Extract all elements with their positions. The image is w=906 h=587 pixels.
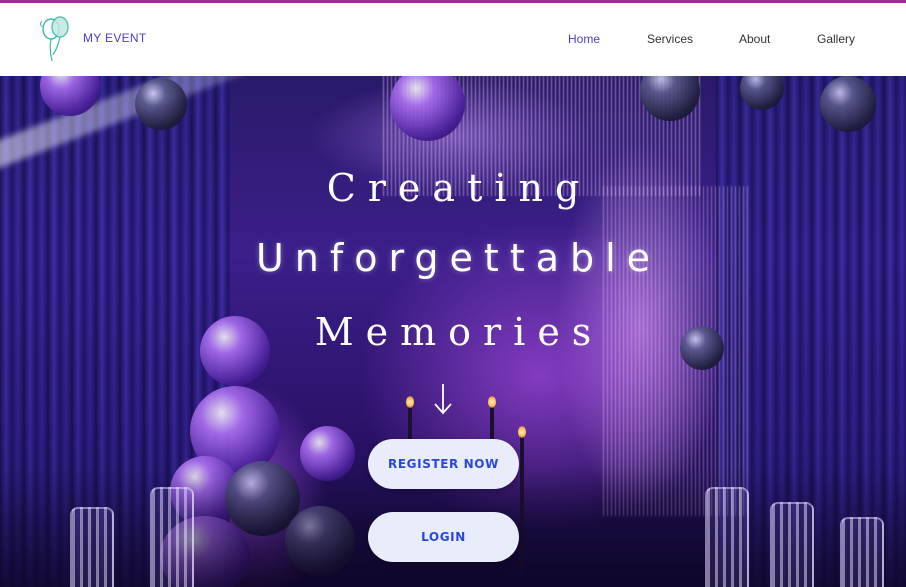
nav-home[interactable]: Home	[568, 32, 600, 46]
register-now-button[interactable]: REGISTER NOW	[368, 439, 519, 489]
chair	[705, 487, 749, 587]
candle-flame	[488, 396, 496, 408]
nav-about[interactable]: About	[739, 32, 770, 46]
candle-flame	[518, 426, 526, 438]
arrow-down-icon[interactable]	[432, 382, 454, 416]
headline-line-1: Creating	[326, 166, 592, 210]
login-button[interactable]: LOGIN	[368, 512, 519, 562]
nav-gallery[interactable]: Gallery	[817, 32, 855, 46]
headline-line-2: Unforgettable	[255, 236, 662, 280]
candle-flame	[406, 396, 414, 408]
site-header: MY EVENT Home Services About Gallery	[0, 3, 906, 76]
chair	[70, 507, 114, 587]
balloon	[135, 78, 187, 130]
chair	[150, 487, 194, 587]
chair	[840, 517, 884, 587]
main-nav: Home Services About Gallery	[0, 32, 906, 48]
headline-line-3: Memories	[314, 310, 604, 354]
nav-services[interactable]: Services	[647, 32, 693, 46]
balloon	[820, 76, 876, 132]
chair	[770, 502, 814, 587]
